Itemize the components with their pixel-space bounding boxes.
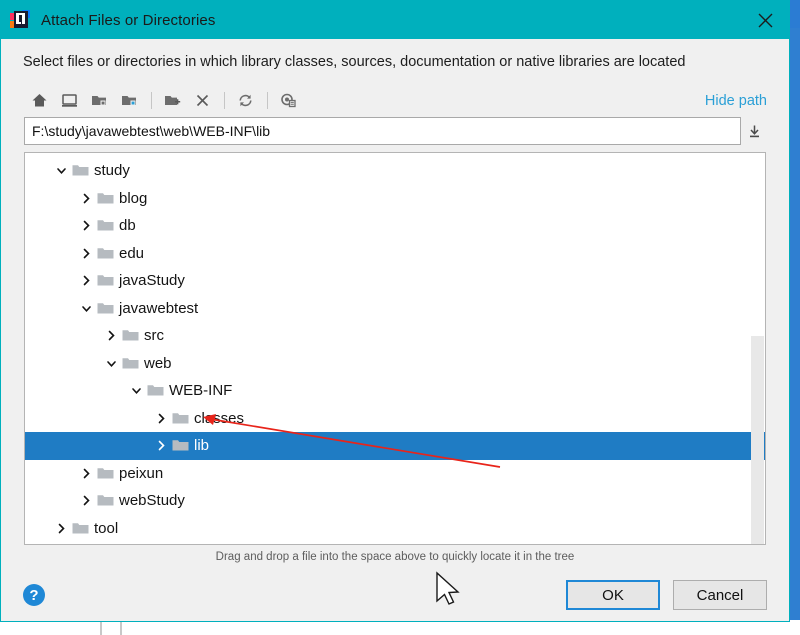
tree-row[interactable]: src [25,322,765,350]
show-hidden-icon[interactable] [276,88,301,113]
folder-icon [97,192,114,204]
tree-row[interactable]: javaStudy [25,267,765,295]
folder-icon [97,247,114,259]
chevron-right-icon[interactable] [78,465,95,482]
tree-row[interactable]: study [25,157,765,185]
help-icon[interactable]: ? [23,584,45,606]
tree-row[interactable]: edu [25,240,765,268]
directory-tree: study blog db edu javaStudy javawebtest src web… [25,157,765,544]
tree-row[interactable]: WEB-INF [25,377,765,405]
desktop-icon[interactable] [57,88,82,113]
folder-icon [97,302,114,314]
chevron-right-icon[interactable] [78,272,95,289]
tree-row[interactable]: tool [25,515,765,543]
tree-row[interactable]: wuchou [25,542,765,544]
folder-project-icon[interactable] [87,88,112,113]
tree-row-label: classes [194,409,245,427]
folder-icon [97,467,114,479]
toolbar-separator [151,92,152,109]
cancel-button[interactable]: Cancel [673,580,767,610]
tree-row[interactable]: peixun [25,460,765,488]
tree-row-label: edu [119,244,145,262]
path-field-row: F:\study\javawebtest\web\WEB-INF\lib [1,117,789,145]
folder-icon [97,495,114,506]
tree-row-label: blog [119,189,148,207]
tree-row[interactable]: lib [25,432,765,460]
tree-row-label: WEB-INF [169,382,233,400]
dialog-subtitle: Select files or directories in which lib… [23,53,686,70]
refresh-icon[interactable] [233,88,258,113]
background-tab-marks [100,620,122,635]
folder-icon [122,330,139,341]
tree-row-label: tool [94,519,119,537]
chevron-down-icon[interactable] [128,382,145,399]
file-chooser-toolbar: Hide path [1,84,789,117]
tree-row-label: javawebtest [119,299,199,317]
new-folder-icon[interactable] [160,88,185,113]
folder-icon [147,385,164,396]
dialog-title: Attach Files or Directories [41,11,216,29]
dialog-title-bar: Attach Files or Directories [1,1,789,39]
tree-row[interactable]: webStudy [25,487,765,515]
hide-path-link[interactable]: Hide path [705,93,767,109]
folder-icon [172,440,189,451]
intellij-idea-icon [10,10,30,30]
tree-row-label: study [94,162,130,180]
tree-row-label: db [119,217,136,235]
tree-row-label: peixun [119,464,164,482]
chevron-right-icon[interactable] [78,217,95,234]
chevron-right-icon[interactable] [103,327,120,344]
directory-tree-panel[interactable]: study blog db edu javaStudy javawebtest src web… [24,152,766,545]
chevron-down-icon[interactable] [103,355,120,372]
attach-files-dialog: Attach Files or Directories Select files… [0,0,790,622]
background-taskbar-strip [0,620,800,635]
drag-drop-hint: Drag and drop a file into the space abov… [215,551,575,563]
chevron-right-icon[interactable] [53,520,70,537]
tree-row[interactable]: javawebtest [25,295,765,323]
tree-row[interactable]: web [25,350,765,378]
tree-row-label: web [144,354,172,372]
collapse-down-icon[interactable] [741,117,767,145]
folder-icon [122,357,139,369]
chevron-right-icon[interactable] [78,245,95,262]
ok-button[interactable]: OK [566,580,660,610]
folder-icon [97,220,114,231]
chevron-right-icon[interactable] [78,190,95,207]
close-icon[interactable] [741,1,789,39]
chevron-right-icon[interactable] [153,437,170,454]
folder-icon [97,275,114,286]
path-input[interactable]: F:\study\javawebtest\web\WEB-INF\lib [24,117,741,145]
background-window-strip [790,28,800,635]
chevron-right-icon[interactable] [153,410,170,427]
folder-module-icon[interactable] [117,88,142,113]
dialog-subtitle-row: Select files or directories in which lib… [1,39,789,84]
tree-vertical-scrollbar[interactable] [751,336,764,544]
home-icon[interactable] [27,88,52,113]
tree-row-label: webStudy [119,492,185,510]
toolbar-separator [267,92,268,109]
tree-row-label: src [144,327,164,345]
tree-row-label: javaStudy [119,272,185,290]
toolbar-separator [224,92,225,109]
delete-icon[interactable] [190,88,215,113]
tree-row-label: lib [194,437,210,455]
chevron-right-icon[interactable] [78,492,95,509]
folder-icon [72,522,89,534]
folder-icon [172,412,189,424]
dialog-button-bar: ? OK Cancel [1,569,789,621]
chevron-down-icon[interactable] [78,300,95,317]
chevron-down-icon[interactable] [53,162,70,179]
tree-row[interactable]: blog [25,185,765,213]
tree-row[interactable]: db [25,212,765,240]
tree-row[interactable]: classes [25,405,765,433]
folder-icon [72,165,89,176]
